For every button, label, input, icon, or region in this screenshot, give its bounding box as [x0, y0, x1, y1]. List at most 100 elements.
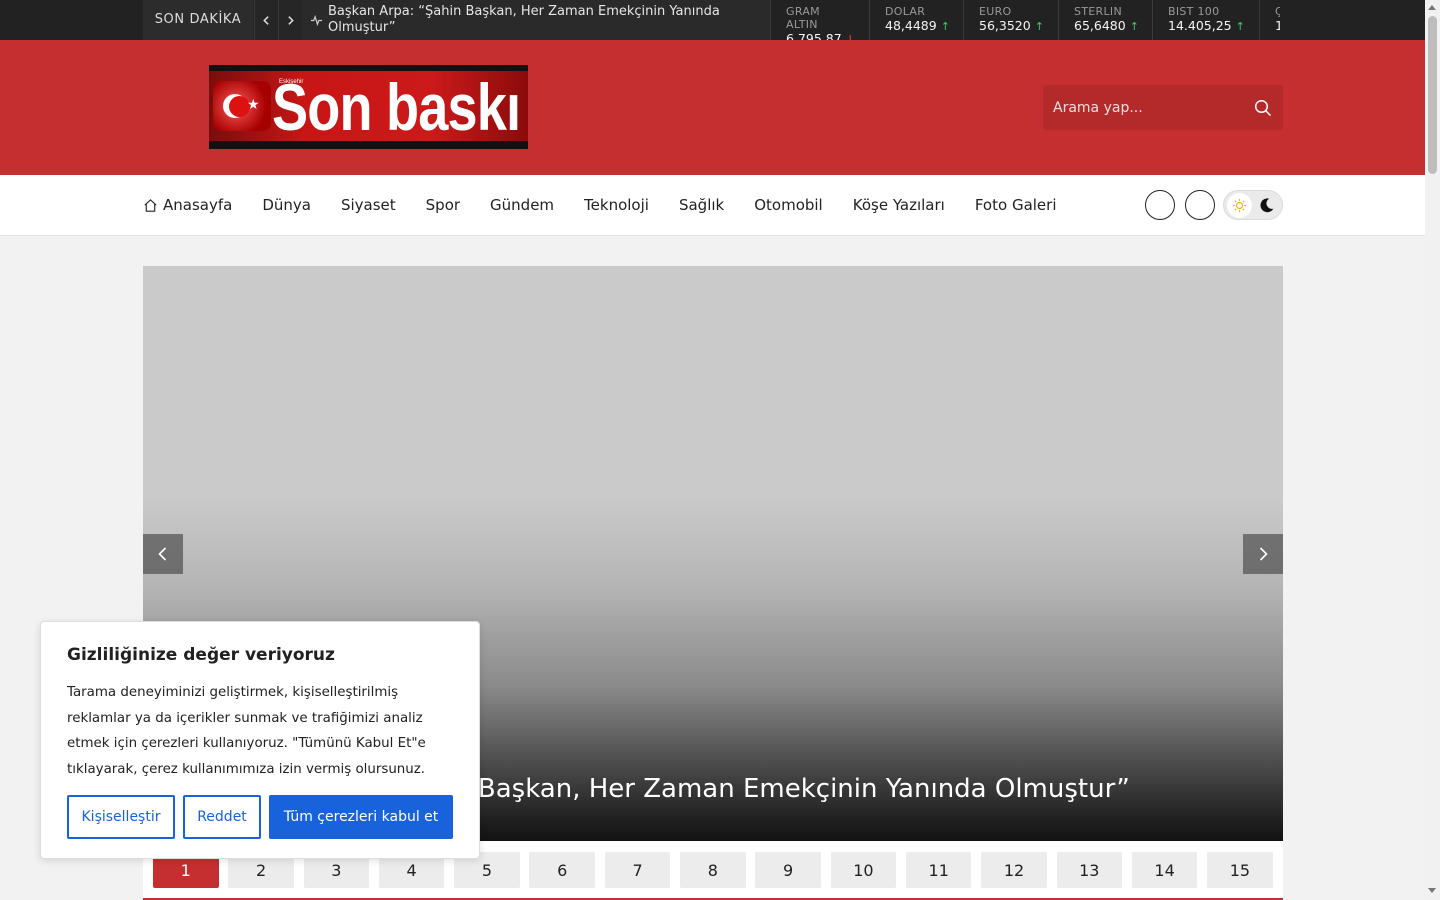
turkish-flag-icon: ★: [213, 81, 271, 131]
main-navigation: Anasayfa Dünya Siyaset Spor Gündem Teknoloji S…: [0, 175, 1425, 236]
market-name: BIST 100: [1168, 5, 1220, 18]
accept-all-button[interactable]: Tüm çerezleri kabul et: [269, 795, 453, 839]
nav-list: Anasayfa Dünya Siyaset Spor Gündem Teknoloji S…: [143, 175, 1087, 235]
chevron-right-icon: [1259, 547, 1268, 561]
cookie-consent-dialog: Gizliliğinize değer veriyoruz Tarama den…: [40, 621, 480, 859]
scrollbar-thumb[interactable]: [1428, 16, 1437, 174]
chevron-right-icon: [288, 15, 294, 25]
nav-item-label: Dünya: [262, 196, 311, 214]
page-scrollbar[interactable]: [1425, 0, 1440, 900]
market-name: GRAM ALTIN: [786, 5, 820, 31]
market-item: GRAM ALTIN 6.795,87 ↓: [770, 0, 869, 40]
market-value: 56,3520 ↑: [979, 18, 1044, 35]
market-value: 6.795,87 ↓: [786, 31, 855, 40]
trend-arrow-icon: ↑: [1034, 20, 1044, 33]
trend-arrow-icon: ↑: [940, 20, 950, 33]
trend-arrow-icon: ↓: [845, 33, 855, 40]
ticker-next-button[interactable]: [278, 0, 302, 40]
market-value-number: 14.405,25: [1168, 18, 1232, 33]
cookie-title: Gizliliğinize değer veriyoruz: [67, 645, 335, 665]
ticker-headline: Başkan Arpa: “Şahin Başkan, Her Zaman Em…: [302, 0, 770, 40]
market-value-number: 6.795,87: [786, 31, 842, 40]
nav-item[interactable]: Sağlık: [679, 196, 724, 214]
nav-item-label: Otomobil: [754, 196, 823, 214]
nav-circle-button-1[interactable]: [1145, 190, 1175, 220]
market-item: EURO 56,3520 ↑: [963, 0, 1058, 40]
activity-icon: [310, 14, 323, 26]
nav-item[interactable]: Dünya: [262, 196, 311, 214]
trend-arrow-icon: ↑: [1235, 20, 1245, 33]
scroll-up-arrow-icon[interactable]: [1428, 5, 1436, 10]
market-value: 65,6480 ↑: [1074, 18, 1139, 35]
nav-item-label: Siyaset: [340, 196, 396, 214]
page-button[interactable]: 15: [1207, 852, 1273, 888]
nav-item[interactable]: Spor: [426, 196, 460, 214]
nav-item[interactable]: Anasayfa: [143, 196, 232, 214]
market-name: STERLIN: [1074, 5, 1122, 18]
page-button[interactable]: 13: [1056, 852, 1123, 888]
search-input[interactable]: [1043, 85, 1243, 130]
market-rates: GRAM ALTIN 6.795,87 ↓ DOLAR 48,4489 ↑ EURO 56…: [770, 0, 1280, 40]
chevron-left-icon: [263, 15, 269, 25]
nav-item[interactable]: Siyaset: [341, 196, 396, 214]
reject-button[interactable]: Reddet: [183, 795, 261, 839]
market-name: EURO: [979, 5, 1012, 18]
logo-banner: ★ Eskişehir Son baskı: [209, 70, 528, 144]
market-value: 48,4489 ↑: [885, 18, 950, 35]
sun-icon: [1227, 193, 1252, 218]
nav-item-label: Foto Galeri: [974, 196, 1057, 214]
site-logo[interactable]: ★ Eskişehir Son baskı: [209, 65, 528, 149]
market-value-number: 65,6480: [1074, 18, 1126, 33]
search-button[interactable]: [1251, 96, 1275, 120]
nav-item[interactable]: Köşe Yazıları: [853, 196, 945, 214]
market-name: Ç: [1275, 5, 1280, 18]
nav-item-label: Gündem: [490, 196, 555, 214]
market-value-number: 1: [1275, 18, 1280, 33]
site-header: ★ Eskişehir Son baskı: [0, 40, 1425, 175]
trend-arrow-icon: ↑: [1129, 20, 1139, 33]
market-item: STERLIN 65,6480 ↑: [1058, 0, 1152, 40]
page-button[interactable]: 10: [830, 852, 897, 888]
home-icon: [144, 198, 157, 212]
page-button[interactable]: 8: [680, 852, 746, 888]
search-icon: [1254, 99, 1272, 117]
search-box: [1043, 85, 1283, 130]
market-item: Ç1: [1259, 0, 1280, 40]
moon-icon: [1260, 198, 1274, 213]
nav-circle-button-2[interactable]: [1185, 190, 1215, 220]
market-value: 14.405,25 ↑: [1168, 18, 1245, 35]
market-name: DOLAR: [885, 5, 926, 18]
ticker-prev-button[interactable]: [254, 0, 278, 40]
page-button[interactable]: 6: [529, 852, 595, 888]
logo-text: Son baskı: [272, 70, 521, 144]
scroll-down-arrow-icon[interactable]: [1428, 888, 1436, 893]
page-button[interactable]: 7: [604, 852, 671, 888]
theme-toggle[interactable]: [1223, 190, 1283, 220]
nav-item-label: Sağlık: [678, 196, 725, 214]
nav-item-label: Spor: [425, 196, 461, 214]
page-button[interactable]: 14: [1131, 852, 1198, 888]
page-button[interactable]: 9: [755, 852, 821, 888]
page-button[interactable]: 11: [905, 852, 972, 888]
slider-prev-button[interactable]: [143, 534, 183, 574]
market-item: DOLAR 48,4489 ↑: [869, 0, 963, 40]
nav-item-label: Teknoloji: [584, 196, 649, 214]
chevron-left-icon: [158, 547, 167, 561]
page-button[interactable]: 12: [981, 852, 1047, 888]
cookie-body: Tarama deneyiminizi geliştirmek, kişisel…: [67, 685, 426, 777]
ticker-headline-link[interactable]: Başkan Arpa: “Şahin Başkan, Her Zaman Em…: [328, 4, 770, 36]
market-value-number: 56,3520: [979, 18, 1031, 33]
market-value: 1: [1275, 18, 1280, 34]
nav-item-label: Anasayfa: [163, 196, 233, 214]
nav-item[interactable]: Foto Galeri: [975, 196, 1057, 214]
breaking-news-label: SON DAKİKA: [143, 0, 253, 40]
market-item: BIST 100 14.405,25 ↑: [1152, 0, 1259, 40]
nav-item[interactable]: Gündem: [490, 196, 554, 214]
market-value-number: 48,4489: [885, 18, 937, 33]
nav-item-label: Köşe Yazıları: [852, 196, 945, 214]
nav-item[interactable]: Teknoloji: [584, 196, 649, 214]
slider-next-button[interactable]: [1243, 534, 1283, 574]
customize-button[interactable]: Kişiselleştir: [67, 795, 175, 839]
nav-item[interactable]: Otomobil: [754, 196, 823, 214]
top-ticker-bar: SON DAKİKA Başkan Arpa: “Şahin Başkan, H…: [0, 0, 1425, 40]
